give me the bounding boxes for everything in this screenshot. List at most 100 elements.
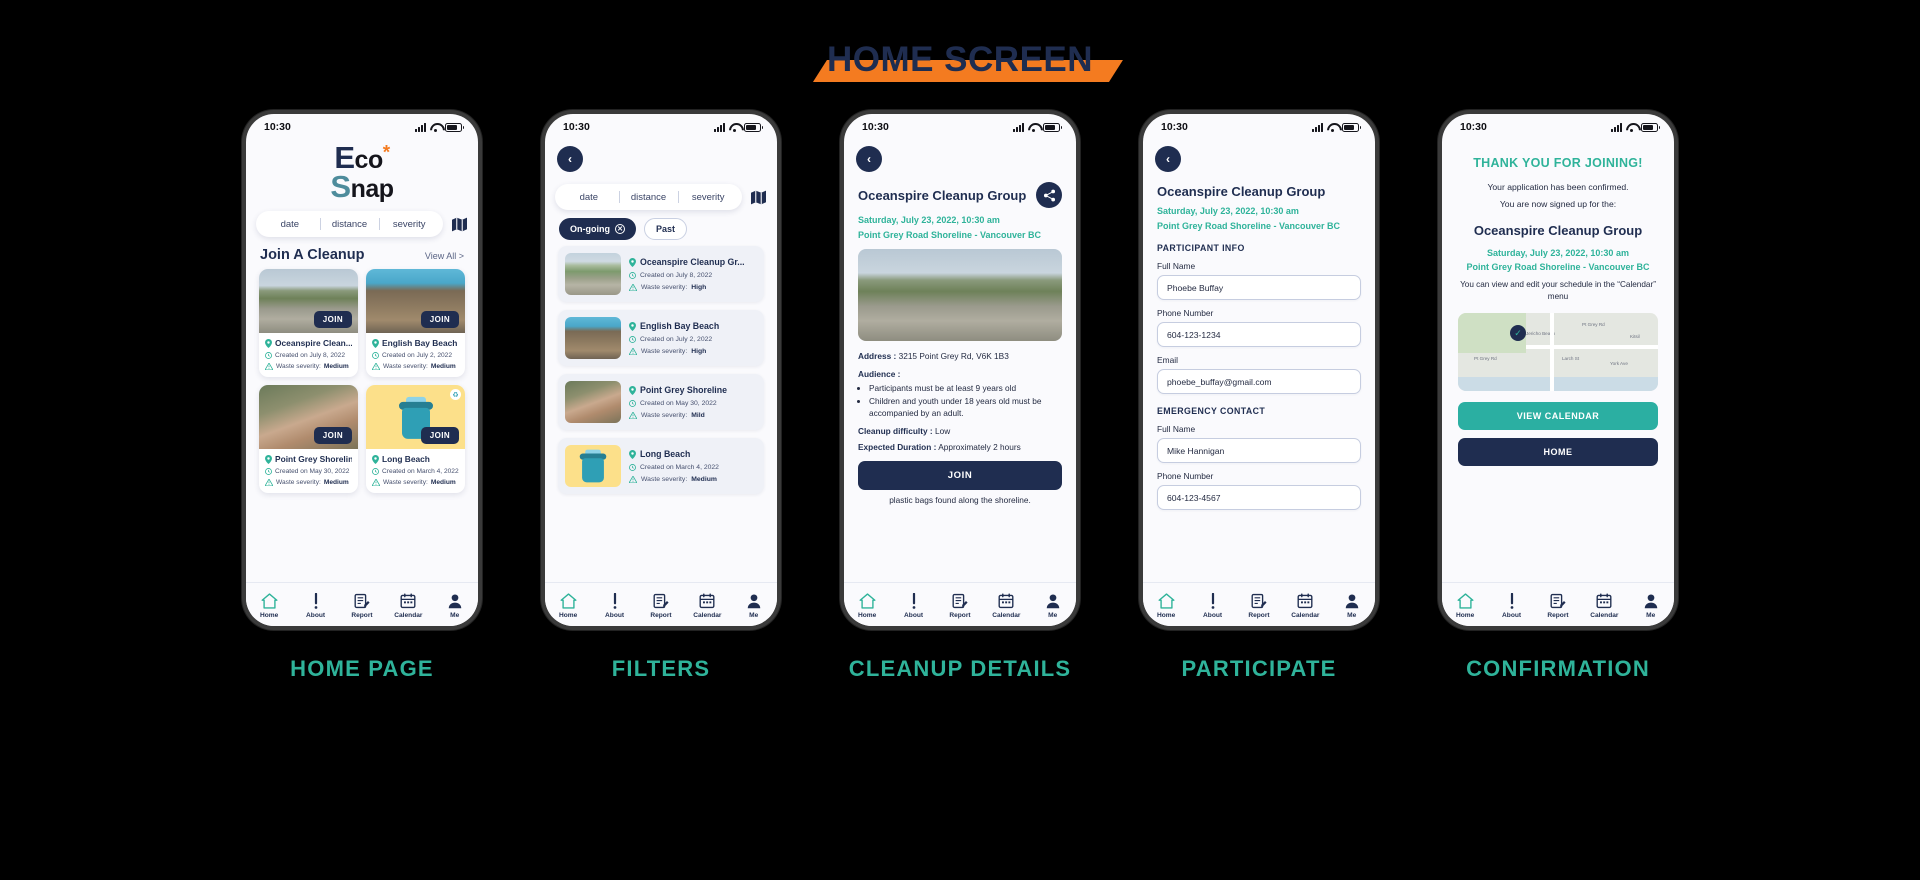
pill-ongoing[interactable]: On-going ✕ [559,218,636,240]
filter-severity[interactable]: severity [379,219,439,230]
filter-segmented-control[interactable]: date distance severity [555,184,742,210]
view-all-link[interactable]: View All > [425,251,464,261]
nav-item-calendar[interactable]: Calendar [1286,593,1324,619]
nav-item-about[interactable]: About [1194,592,1232,619]
nav-item-me[interactable]: Me [436,593,474,619]
detail-title: Oceanspire Cleanup Group [858,187,1027,203]
cleanup-card[interactable]: JOIN English Bay Beach Created on July 2… [366,269,465,378]
card-severity-value: Medium [323,479,349,487]
input-full-name[interactable]: Phoebe Buffay [1157,275,1361,300]
nav-item-home[interactable]: Home [1147,593,1185,619]
list-item-severity-row: Waste severity: Mild [629,412,757,419]
nav-item-calendar[interactable]: Calendar [389,593,427,619]
input-email[interactable]: phoebe_buffay@gmail.com [1157,369,1361,394]
nav-item-home[interactable]: Home [848,593,886,619]
nav-label-home: Home [260,611,279,619]
report-icon [653,593,669,610]
home-button[interactable]: HOME [1458,437,1658,466]
filter-bar: date distance severity [246,211,478,238]
back-button[interactable]: ‹ [1155,146,1181,172]
cleanup-card[interactable]: JOIN Point Grey Shoreline Created on May… [259,385,358,494]
join-button[interactable]: JOIN [313,311,352,329]
back-button[interactable]: ‹ [856,146,882,172]
clock-icon [372,352,379,359]
join-button[interactable]: JOIN [858,461,1062,491]
map-icon[interactable] [750,190,767,205]
label-emergency-phone: Phone Number [1157,471,1214,481]
status-bar: 10:30 [545,114,777,140]
exclamation-icon [1507,592,1517,610]
nav-item-me[interactable]: Me [735,593,773,619]
nav-item-me[interactable]: Me [1034,593,1072,619]
person-icon [1344,593,1360,610]
screens-row: 10:30 Eco* Snap date distance severity J… [0,110,1920,682]
cellular-signal-icon [1312,122,1323,132]
join-button[interactable]: JOIN [313,427,352,445]
nav-item-home[interactable]: Home [1446,593,1484,619]
confirmation-note: You can view and edit your schedule in t… [1460,279,1656,301]
filter-date[interactable]: date [260,219,320,230]
filter-date[interactable]: date [559,192,619,203]
list-item[interactable]: English Bay Beach Created on July 2, 202… [558,310,764,366]
back-button[interactable]: ‹ [557,146,583,172]
detail-address-value: 3215 Point Grey Rd, V6K 1B3 [898,351,1009,361]
nav-item-calendar[interactable]: Calendar [1585,593,1623,619]
status-bar: 10:30 [1143,114,1375,140]
join-button[interactable]: JOIN [420,427,459,445]
cleanup-card[interactable]: JOIN Oceanspire Clean... Created on July… [259,269,358,378]
nav-item-report[interactable]: Report [1240,593,1278,619]
pill-past-label: Past [656,224,676,234]
nav-item-report[interactable]: Report [1539,593,1577,619]
input-emergency-phone[interactable]: 604-123-4567 [1157,485,1361,510]
screen-caption: FILTERS [611,656,711,681]
list-item[interactable]: Oceanspire Cleanup Gr... Created on July… [558,246,764,302]
nav-item-calendar[interactable]: Calendar [987,593,1025,619]
nav-item-calendar[interactable]: Calendar [688,593,726,619]
pill-ongoing-label: On-going [570,224,610,234]
nav-item-home[interactable]: Home [250,593,288,619]
cellular-signal-icon [1611,122,1622,132]
wifi-icon [1327,123,1338,132]
calendar-icon [699,593,715,610]
close-circle-icon[interactable]: ✕ [615,224,625,234]
nav-item-about[interactable]: About [1493,592,1531,619]
nav-item-about[interactable]: About [895,592,933,619]
view-calendar-button[interactable]: VIEW CALENDAR [1458,401,1658,430]
cleanup-card[interactable]: ♻ JOIN Long Beach Created on March 4, 20… [366,385,465,494]
filter-distance[interactable]: distance [320,219,380,230]
clock-icon [629,400,636,407]
card-created: Created on March 4, 2022 [382,468,459,476]
filter-distance[interactable]: distance [619,192,679,203]
share-button[interactable] [1036,182,1062,208]
join-button[interactable]: JOIN [420,311,459,329]
pill-past[interactable]: Past [644,218,688,240]
nav-item-report[interactable]: Report [642,593,680,619]
nav-item-about[interactable]: About [596,592,634,619]
input-emergency-full-name[interactable]: Mike Hannigan [1157,438,1361,463]
list-item-severity-value: Medium [691,476,717,483]
filter-severity[interactable]: severity [678,192,738,203]
input-phone-number[interactable]: 604-123-1234 [1157,322,1361,347]
nav-item-me[interactable]: Me [1333,593,1371,619]
filter-segmented-control[interactable]: date distance severity [256,211,443,238]
nav-item-about[interactable]: About [297,592,335,619]
nav-item-home[interactable]: Home [549,593,587,619]
list-item[interactable]: Point Grey Shoreline Created on May 30, … [558,374,764,430]
status-bar: 10:30 [844,114,1076,140]
nav-item-me[interactable]: Me [1632,593,1670,619]
warning-icon [265,479,273,487]
nav-label-about: About [904,611,924,619]
nav-item-report[interactable]: Report [941,593,979,619]
map-icon[interactable] [451,217,468,232]
list-item[interactable]: Long Beach Created on March 4, 2022 Wast… [558,438,764,494]
location-pin-icon [629,321,636,331]
nav-label-calendar: Calendar [394,611,423,619]
nav-label-about: About [1502,611,1522,619]
confirmation-map[interactable]: ✓ Jericho Beach Pt Grey Rd Pt Grey Rd La… [1458,312,1658,391]
nav-item-report[interactable]: Report [343,593,381,619]
status-bar: 10:30 [1442,114,1674,140]
confirmation-datetime: Saturday, July 23, 2022, 10:30 am [1487,247,1629,258]
card-severity-value: Medium [430,363,456,371]
recycling-bin-illustration [579,449,607,483]
card-created-row: Created on March 4, 2022 [372,468,459,475]
